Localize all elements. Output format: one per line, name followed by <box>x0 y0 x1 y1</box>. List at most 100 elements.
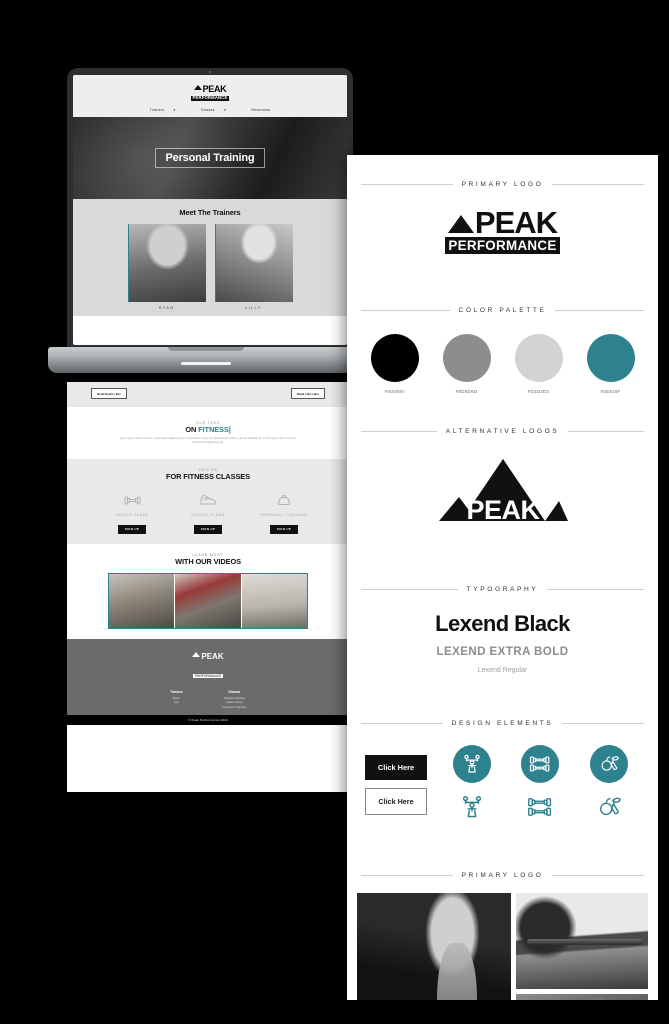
barbell-squat-photo <box>516 893 648 990</box>
video-thumb[interactable] <box>241 574 307 629</box>
about-section: OUR TAKE ON FITNESS| Lorem ipsum dolor s… <box>67 407 349 460</box>
alt-logo-mark: PEAK <box>437 457 569 531</box>
click-here-dark-button[interactable]: Click Here <box>365 755 427 781</box>
class-card[interactable]: CARDIO CLASS SIGN UP <box>106 489 158 535</box>
laptop-lid: PEAK PERFORMANCE Trainers ▾ Classes ▾ Re… <box>67 68 353 353</box>
divider <box>552 184 645 185</box>
laptop-base <box>48 347 364 373</box>
nav-item-trainers[interactable]: Trainers ▾ <box>142 108 176 112</box>
divider <box>555 310 644 312</box>
class-card[interactable]: CARDIO CLASS SIGN UP <box>182 489 234 535</box>
video-thumb-frame <box>108 573 308 630</box>
kettlebell-swing-photo <box>357 893 511 1000</box>
section-header-primary-logo-2: PRIMARY LOGO <box>347 872 658 879</box>
divider <box>552 875 645 877</box>
bio-button-row: Read Ryan's Bio Read Lilly's Bio <box>67 382 349 399</box>
nav-items: Trainers ▾ Classes ▾ Resources <box>73 108 347 112</box>
footer-link[interactable]: Personal Training <box>223 705 246 710</box>
about-body: Lorem ipsum dolor sit amet, consectetur … <box>119 437 297 445</box>
read-lillys-bio-button[interactable]: Read Lilly's Bio <box>290 388 325 399</box>
divider <box>361 310 450 312</box>
signup-button[interactable]: SIGN UP <box>117 524 147 534</box>
classes-title: FOR FITNESS CLASSES <box>166 472 250 482</box>
weightlifter-outline-icon <box>453 788 491 826</box>
trainer-card[interactable]: RYAN <box>127 224 206 310</box>
dumbbell-curl-photo <box>516 994 648 1000</box>
divider <box>568 431 645 433</box>
alternative-logo: PEAK <box>347 435 658 560</box>
site-logo[interactable]: PEAK PERFORMANCE <box>191 80 229 101</box>
videos-section: LEARN MORE WITH OUR VIDEOS <box>67 544 349 640</box>
color-swatch: #D3D3D3 <box>514 334 563 395</box>
color-swatch: #000000 <box>370 334 419 395</box>
nav-item-resources[interactable]: Resources <box>243 108 278 112</box>
dumbbells-outline-icon <box>521 788 559 826</box>
mountain-icon <box>447 215 474 234</box>
running-shoe-icon <box>182 489 234 511</box>
swatch-dot <box>586 334 635 383</box>
kettlebell-icon <box>258 489 310 511</box>
trainer-name: LILLY <box>245 306 262 311</box>
swatch-hex: #D3D3D3 <box>527 389 550 395</box>
classes-section: JOIN US FOR FITNESS CLASSES CARDIO CLASS… <box>67 459 349 545</box>
healthy-food-outline-icon <box>590 788 628 826</box>
signup-button[interactable]: SIGN UP <box>269 524 299 534</box>
swatch-dot <box>370 334 419 383</box>
logo-top-row: PEAK <box>347 205 658 240</box>
dumbbells-filled-icon <box>521 745 560 784</box>
type-specimen-extrabold: LEXEND EXTRA BOLD <box>436 645 569 659</box>
section-label: PRIMARY LOGO <box>461 872 544 880</box>
about-title: ON FITNESS| <box>185 425 231 434</box>
footer-column-classes: Classes Weight Training Cardio Class Per… <box>223 690 246 710</box>
type-specimen-black: Lexend Black <box>435 611 570 637</box>
weightlifter-filled-icon <box>453 745 492 784</box>
logo-peak: PEAK <box>202 84 227 94</box>
read-ryans-bio-button[interactable]: Read Ryan's Bio <box>91 388 127 399</box>
website-page-continued: Read Ryan's Bio Read Lilly's Bio OUR TAK… <box>67 382 349 792</box>
video-thumb[interactable] <box>109 574 176 629</box>
design-elements: Click Here Click Here <box>347 727 658 846</box>
logo-performance-text: PERFORMANCE <box>445 237 560 255</box>
divider <box>361 184 453 185</box>
trainers-section: Meet The Trainers RYAN LILLY <box>73 199 347 317</box>
footer-logo[interactable]: PEAK PERFORMANCE <box>67 646 349 682</box>
swatch-dot <box>514 334 563 383</box>
click-here-light-button[interactable]: Click Here <box>365 788 427 816</box>
hero-title: Personal Training <box>154 148 266 169</box>
class-card[interactable]: PERSONAL TRAINING SIGN UP <box>258 489 310 535</box>
trainer-card[interactable]: LILLY <box>214 224 293 311</box>
swatch-hex: #000000 <box>384 389 405 395</box>
section-header-typography: TYPOGRAPHY <box>347 586 658 593</box>
button-samples: Click Here Click Here <box>365 755 427 816</box>
swatch-hex: #8D8D8D <box>455 389 478 395</box>
mountain-icon <box>193 85 202 91</box>
footer-link[interactable]: Lilly <box>170 700 182 705</box>
video-thumb[interactable] <box>175 574 242 629</box>
section-header-color-palette: COLOR PALETTE <box>347 307 658 314</box>
laptop-mockup: PEAK PERFORMANCE Trainers ▾ Classes ▾ Re… <box>48 68 364 388</box>
trainer-photo <box>127 224 206 303</box>
section-header-primary-logo: PRIMARY LOGO <box>347 181 658 188</box>
divider <box>562 723 644 725</box>
healthy-food-filled-icon <box>589 745 628 784</box>
footer-column-trainers: Trainers Ryan Lilly <box>170 690 182 710</box>
swatch-hex: #2E818F <box>600 389 621 395</box>
footer-columns: Trainers Ryan Lilly Classes Weight Train… <box>67 690 349 710</box>
logo-peak-text: PEAK <box>474 205 558 240</box>
divider <box>361 431 437 433</box>
laptop-screen: PEAK PERFORMANCE Trainers ▾ Classes ▾ Re… <box>73 75 347 345</box>
site-navbar: PEAK PERFORMANCE Trainers ▾ Classes ▾ Re… <box>73 75 347 118</box>
section-header-alternative-logos: ALTERNATIVE LOGOS <box>347 428 658 435</box>
trainers-grid: RYAN LILLY <box>73 224 347 310</box>
typography-specimens: Lexend Black LEXEND EXTRA BOLD Lexend Re… <box>347 593 658 694</box>
brand-guide-panel: PRIMARY LOGO PEAK PERFORMANCE COLOR PALE… <box>347 155 658 1000</box>
color-swatch: #8D8D8D <box>442 334 491 395</box>
nav-item-classes[interactable]: Classes ▾ <box>193 108 226 112</box>
section-label: ALTERNATIVE LOGOS <box>445 428 560 436</box>
signup-button[interactable]: SIGN UP <box>193 524 223 534</box>
footer-heading: Classes <box>228 690 241 695</box>
trainer-photo <box>214 224 293 303</box>
icon-samples <box>441 745 640 826</box>
divider <box>547 589 644 591</box>
divider <box>361 723 443 725</box>
